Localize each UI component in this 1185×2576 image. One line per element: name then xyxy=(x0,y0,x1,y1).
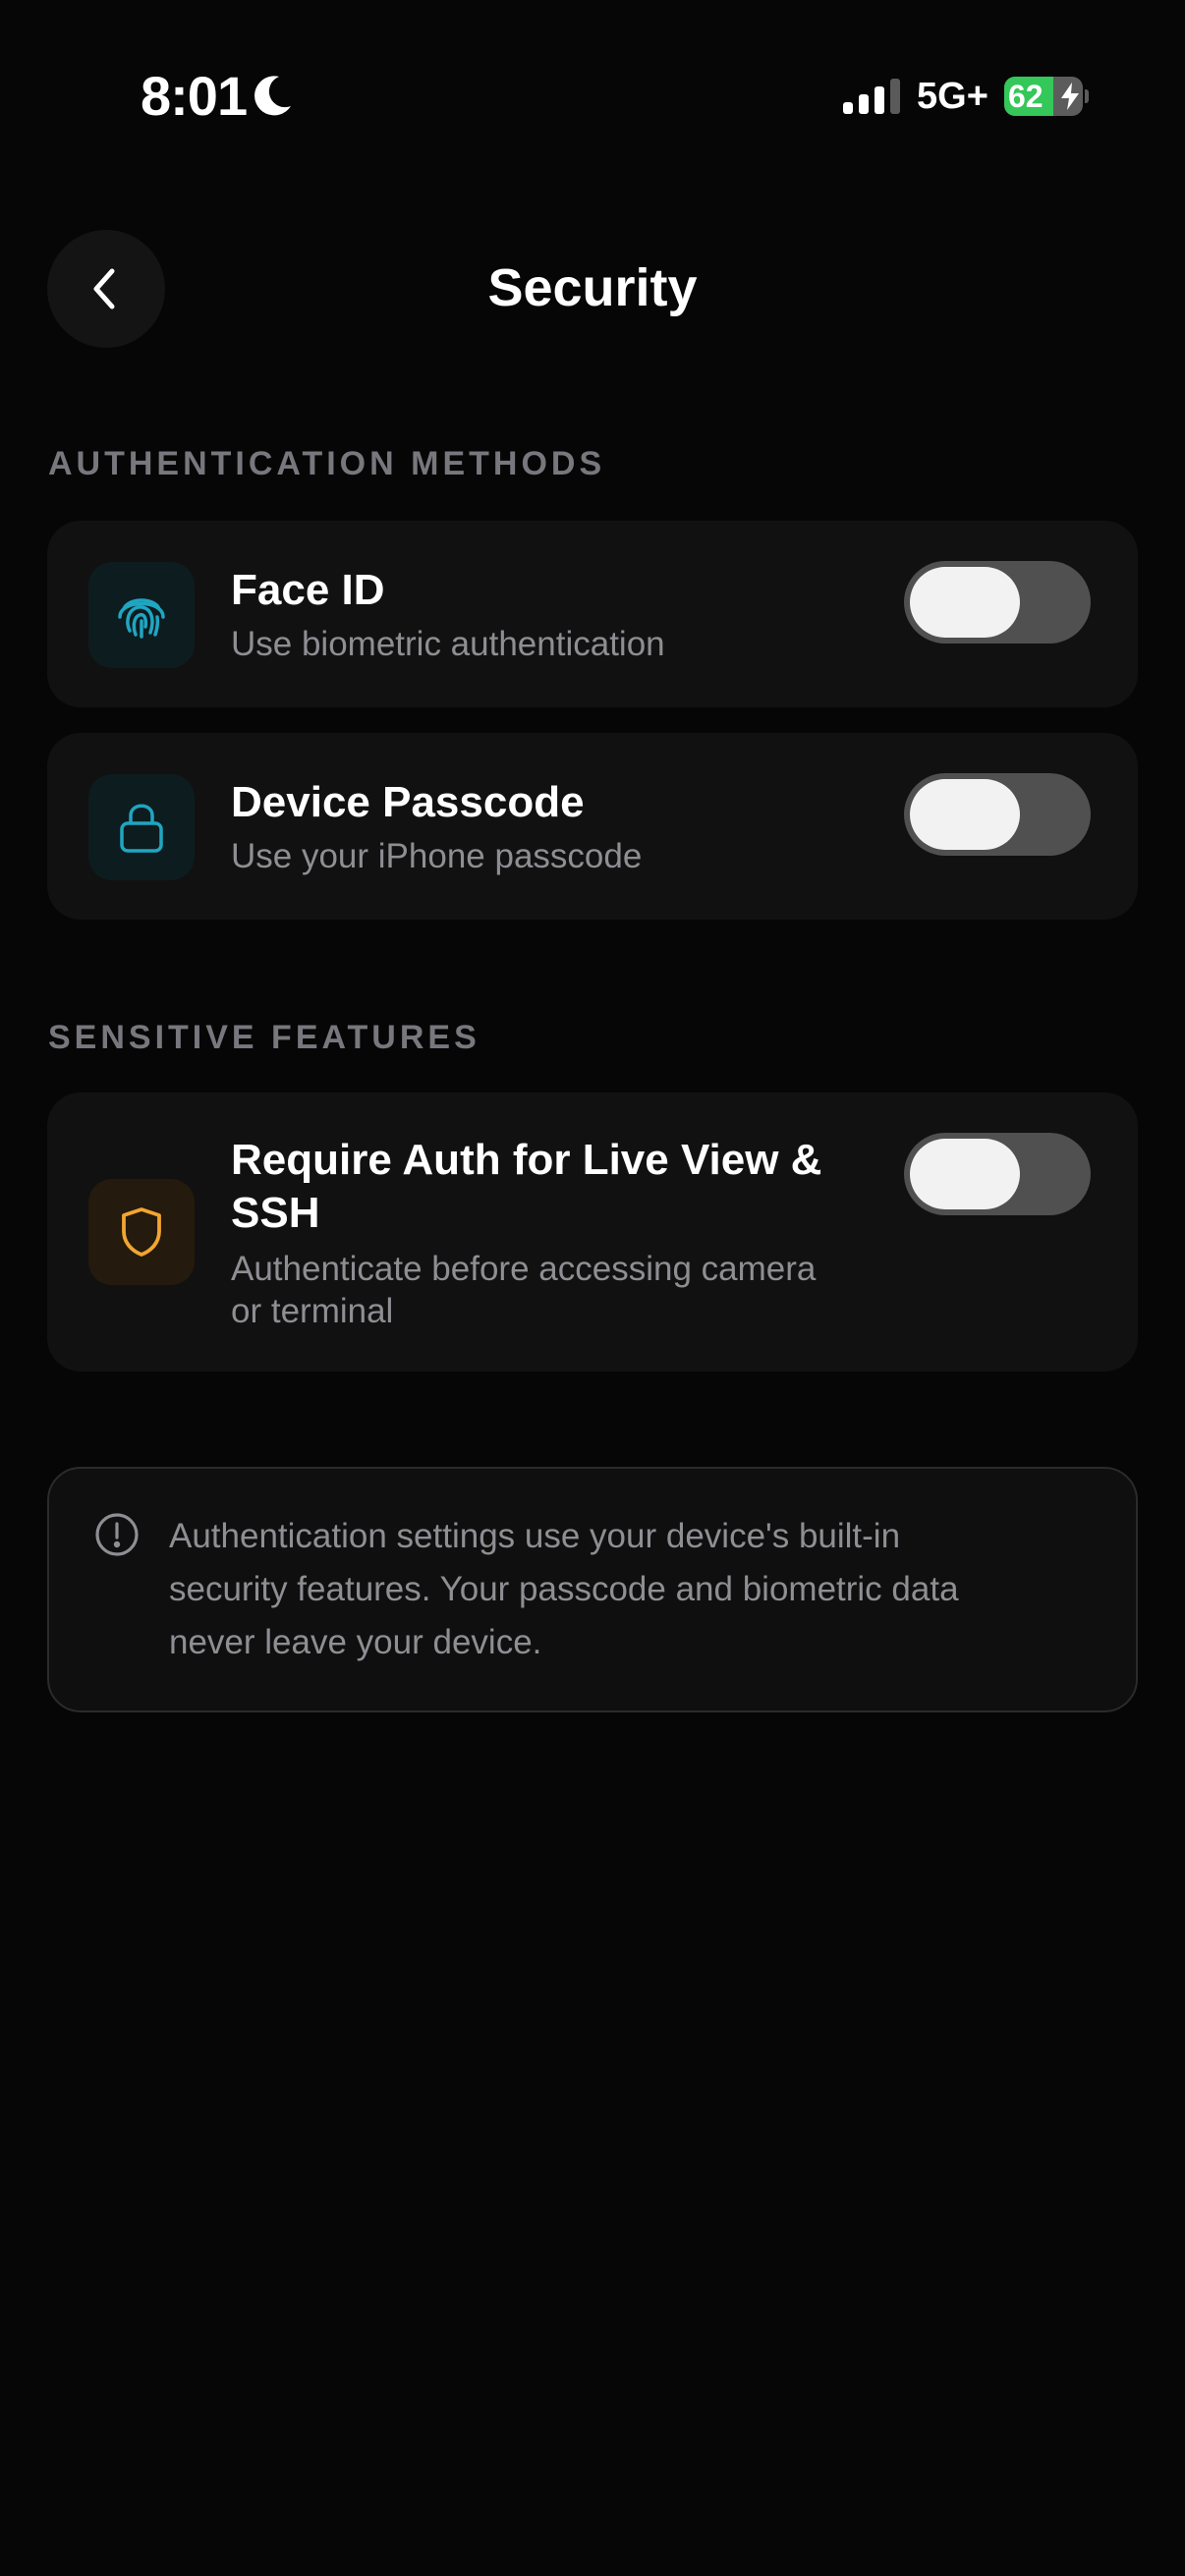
signal-icon xyxy=(843,79,900,114)
passcode-icon-box xyxy=(88,774,195,880)
info-circle-icon xyxy=(95,1513,139,1556)
info-text: Authentication settings use your device'… xyxy=(169,1510,1093,1669)
moon-icon xyxy=(254,76,291,116)
info-line-1: Authentication settings use your device'… xyxy=(169,1517,901,1555)
shield-icon xyxy=(122,1207,161,1257)
battery-percent: 62 xyxy=(1008,79,1044,114)
face-id-subtitle: Use biometric authentication xyxy=(231,625,665,663)
require-auth-row: Require Auth for Live View & SSH Authent… xyxy=(47,1092,1138,1372)
passcode-subtitle: Use your iPhone passcode xyxy=(231,837,643,875)
face-id-toggle[interactable] xyxy=(904,561,1091,644)
info-line-3: never leave your device. xyxy=(169,1623,542,1661)
battery-icon: 62 xyxy=(1004,77,1089,116)
lock-icon xyxy=(120,804,163,853)
security-screen: 8:01 5G+ 62 Security AUTHENTICATION METH… xyxy=(0,0,1185,2576)
passcode-toggle[interactable] xyxy=(904,773,1091,856)
toggle-knob xyxy=(910,779,1020,850)
network-label: 5G+ xyxy=(917,76,988,117)
require-auth-icon-box xyxy=(88,1179,195,1285)
page-title: Security xyxy=(487,258,698,317)
passcode-row: Device Passcode Use your iPhone passcode xyxy=(47,733,1138,920)
require-auth-toggle[interactable] xyxy=(904,1133,1091,1215)
toggle-knob xyxy=(910,1139,1020,1209)
face-id-title: Face ID xyxy=(231,566,385,614)
require-auth-subtitle-line1: Authenticate before accessing camera xyxy=(231,1250,817,1288)
require-auth-title-line1: Require Auth for Live View & xyxy=(231,1136,822,1184)
toggle-knob xyxy=(910,567,1020,638)
status-time: 8:01 xyxy=(141,65,248,127)
section-header-authentication: AUTHENTICATION METHODS xyxy=(48,445,606,482)
bolt-icon xyxy=(1061,83,1079,110)
require-auth-subtitle-line2: or terminal xyxy=(231,1292,394,1330)
face-id-icon-box xyxy=(88,562,195,668)
passcode-title: Device Passcode xyxy=(231,778,585,826)
info-line-2: security features. Your passcode and bio… xyxy=(169,1570,959,1608)
section-header-sensitive: SENSITIVE FEATURES xyxy=(48,1019,480,1056)
info-box: Authentication settings use your device'… xyxy=(47,1467,1138,1712)
face-id-row: Face ID Use biometric authentication xyxy=(47,521,1138,707)
fingerprint-icon xyxy=(118,598,165,639)
require-auth-title-line2: SSH xyxy=(231,1189,320,1237)
